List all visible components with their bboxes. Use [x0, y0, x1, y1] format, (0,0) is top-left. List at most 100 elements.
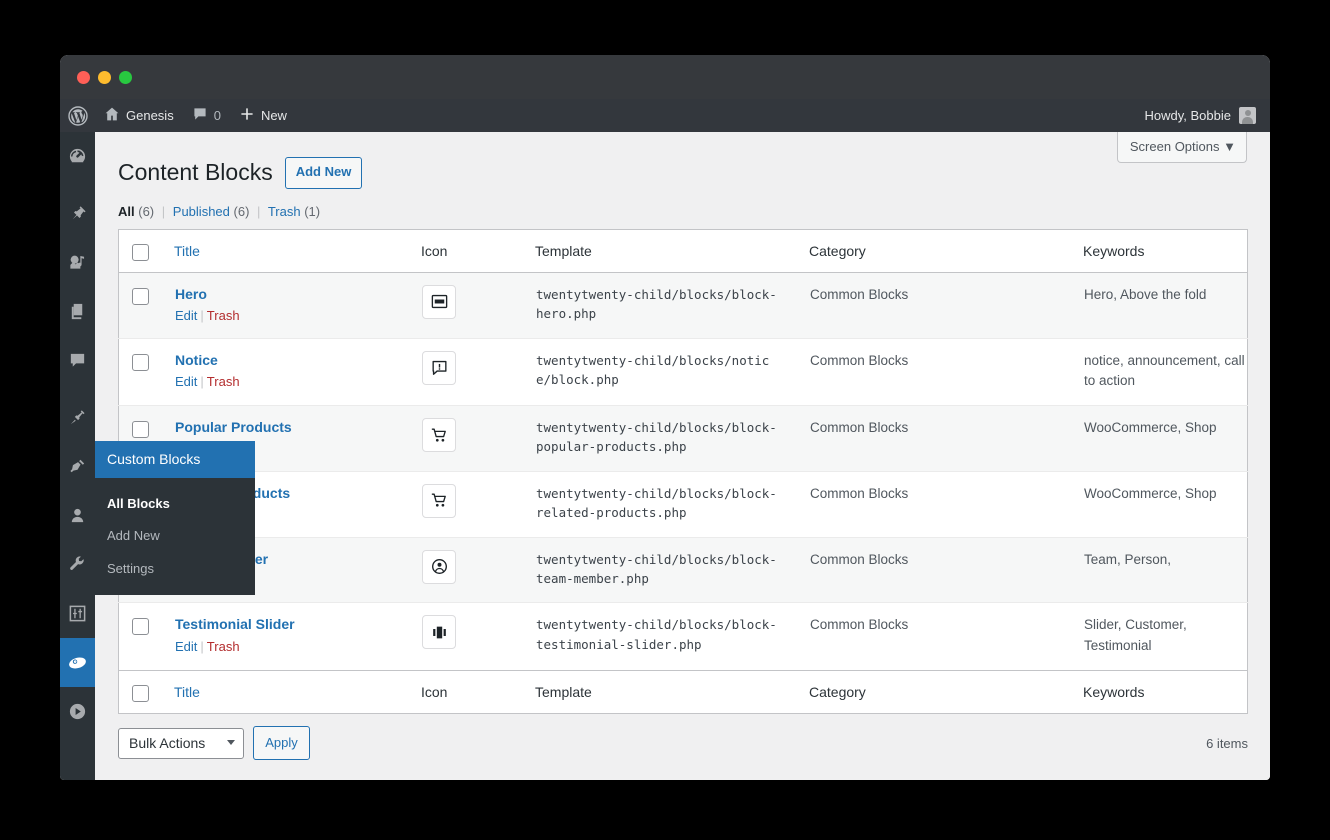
block-title-link[interactable]: Notice [175, 351, 420, 371]
row-keywords-cell: notice, announcement, call to action [1084, 352, 1245, 388]
filter-count-all: (6) [138, 203, 155, 219]
sidebar-item-custom-blocks[interactable] [60, 638, 95, 687]
close-window-button[interactable] [77, 70, 90, 84]
row-category-cell: Common Blocks [810, 420, 909, 436]
sidebar-item-media[interactable] [60, 238, 95, 287]
shopping-cart-icon [422, 483, 456, 518]
row-icon-cell [421, 406, 535, 472]
block-title-link[interactable]: Hero [175, 285, 420, 305]
flyout-item-all-blocks[interactable]: All Blocks [95, 488, 255, 520]
row-checkbox[interactable] [132, 618, 149, 636]
row-template-cell: twentytwenty-child/blocks/block-team-mem… [536, 551, 777, 586]
plugin-icon [68, 457, 87, 476]
bulk-actions-select[interactable]: Bulk Actions [118, 727, 245, 759]
carousel-icon [422, 615, 456, 650]
edit-link[interactable]: Edit [175, 374, 197, 389]
flyout-item-settings[interactable]: Settings [95, 553, 255, 585]
row-keywords-cell: Team, Person, [1084, 551, 1172, 567]
trash-link[interactable]: Trash [207, 308, 240, 323]
sidebar-item-media-player[interactable] [60, 687, 95, 736]
edit-link[interactable]: Edit [175, 308, 197, 323]
row-select-cell [119, 338, 175, 406]
add-new-button[interactable]: Add New [284, 157, 363, 189]
table-row: Testimonial Slider Edit | Trash twentytw… [118, 602, 1248, 671]
sidebar-item-plugins[interactable] [60, 442, 95, 491]
media-icon [68, 253, 87, 272]
comments-count: 0 [213, 108, 221, 123]
sidebar-item-posts[interactable] [60, 189, 95, 238]
howdy-label: Howdy, Bobbie [1144, 108, 1231, 123]
sidebar-item-pages[interactable] [60, 287, 95, 336]
sidebar-item-users[interactable] [60, 491, 95, 540]
row-title-cell: Hero Edit | Trash [174, 272, 421, 338]
column-footer-title: Title [174, 670, 421, 714]
sort-by-title-link[interactable]: Title [174, 243, 200, 259]
account-menu[interactable]: Howdy, Bobbie [1136, 99, 1270, 132]
filter-link-trash[interactable]: Trash [268, 204, 301, 219]
row-keywords-cell: Hero, Above the fold [1084, 286, 1207, 302]
select-all-footer [118, 670, 174, 714]
sidebar-item-appearance[interactable] [60, 393, 95, 442]
row-checkbox[interactable] [132, 353, 149, 371]
select-all-checkbox[interactable] [132, 243, 149, 261]
sidebar-item-comments[interactable] [60, 336, 95, 385]
site-name-menu[interactable]: Genesis [95, 99, 183, 132]
column-footer-icon: Icon [421, 670, 535, 714]
sidebar-item-tools[interactable] [60, 540, 95, 589]
notice-bubble-icon [422, 350, 456, 385]
new-content-menu[interactable]: New [230, 99, 296, 132]
cover-layout-icon [422, 284, 456, 319]
edit-link[interactable]: Edit [175, 639, 197, 654]
chevron-down-icon [227, 740, 236, 746]
play-circle-icon [68, 702, 87, 721]
sidebar-item-dashboard[interactable] [60, 132, 95, 181]
wrench-icon [68, 555, 87, 574]
sidebar-item-settings[interactable] [60, 589, 95, 638]
column-header-keywords: Keywords [1083, 229, 1248, 273]
custom-blocks-flyout-menu: Custom Blocks All Blocks Add New Setting… [95, 441, 255, 595]
filter-separator-1: | [161, 203, 166, 219]
sort-by-title-link-footer[interactable]: Title [174, 684, 200, 700]
table-foot: Title Icon Template Category Keywords [118, 670, 1248, 714]
select-all-checkbox-footer[interactable] [132, 684, 149, 702]
column-footer-template: Template [535, 670, 809, 714]
maximize-window-button[interactable] [119, 70, 132, 84]
row-keywords-cell: WooCommerce, Shop [1084, 485, 1217, 501]
flyout-item-add-new[interactable]: Add New [95, 520, 255, 552]
minimize-window-button[interactable] [98, 70, 111, 84]
site-name-label: Genesis [126, 108, 174, 123]
screen-options-button[interactable]: Screen Options ▼ [1116, 132, 1247, 163]
column-footer-keywords: Keywords [1083, 670, 1248, 714]
row-category-cell: Common Blocks [810, 352, 909, 368]
row-checkbox[interactable] [132, 287, 149, 305]
table-row: Team Member Edit|Trash twentytwenty- [118, 537, 1248, 603]
row-title-cell: Notice Edit | Trash [174, 338, 421, 406]
block-title-link[interactable]: Testimonial Slider [175, 615, 420, 635]
action-separator: | [200, 374, 204, 390]
row-keywords-cell: Slider, Customer, Testimonial [1084, 617, 1187, 653]
filter-link-published[interactable]: Published [173, 204, 230, 219]
row-checkbox[interactable] [132, 421, 149, 439]
column-footer-category: Category [809, 670, 1083, 714]
pin-icon [68, 204, 87, 223]
row-actions: Edit|Trash [175, 639, 420, 654]
trash-link[interactable]: Trash [207, 639, 240, 654]
admin-content-area: Screen Options ▼ Content Blocks Add New … [95, 132, 1270, 780]
genesis-blocks-icon [67, 652, 88, 673]
sliders-icon [68, 604, 87, 623]
admin-body: Custom Blocks All Blocks Add New Setting… [60, 132, 1270, 780]
block-title-link[interactable]: Popular Products [175, 418, 420, 438]
filter-count-published: (6) [233, 203, 250, 219]
filter-link-all[interactable]: All [118, 204, 135, 219]
row-template-cell: twentytwenty-child/blocks/block-hero.php [536, 286, 777, 322]
wordpress-logo-icon[interactable] [60, 99, 95, 132]
apply-button[interactable]: Apply [253, 725, 310, 761]
table-body: Hero Edit | Trash twentytwenty-child/blo… [118, 272, 1248, 671]
paintbrush-icon [68, 408, 87, 427]
comments-menu[interactable]: 0 [183, 99, 230, 132]
row-select-cell [119, 272, 175, 338]
page-title: Content Blocks [118, 158, 273, 185]
trash-link[interactable]: Trash [207, 374, 240, 389]
column-header-icon: Icon [421, 229, 535, 273]
flyout-bottom-pad [95, 585, 255, 595]
